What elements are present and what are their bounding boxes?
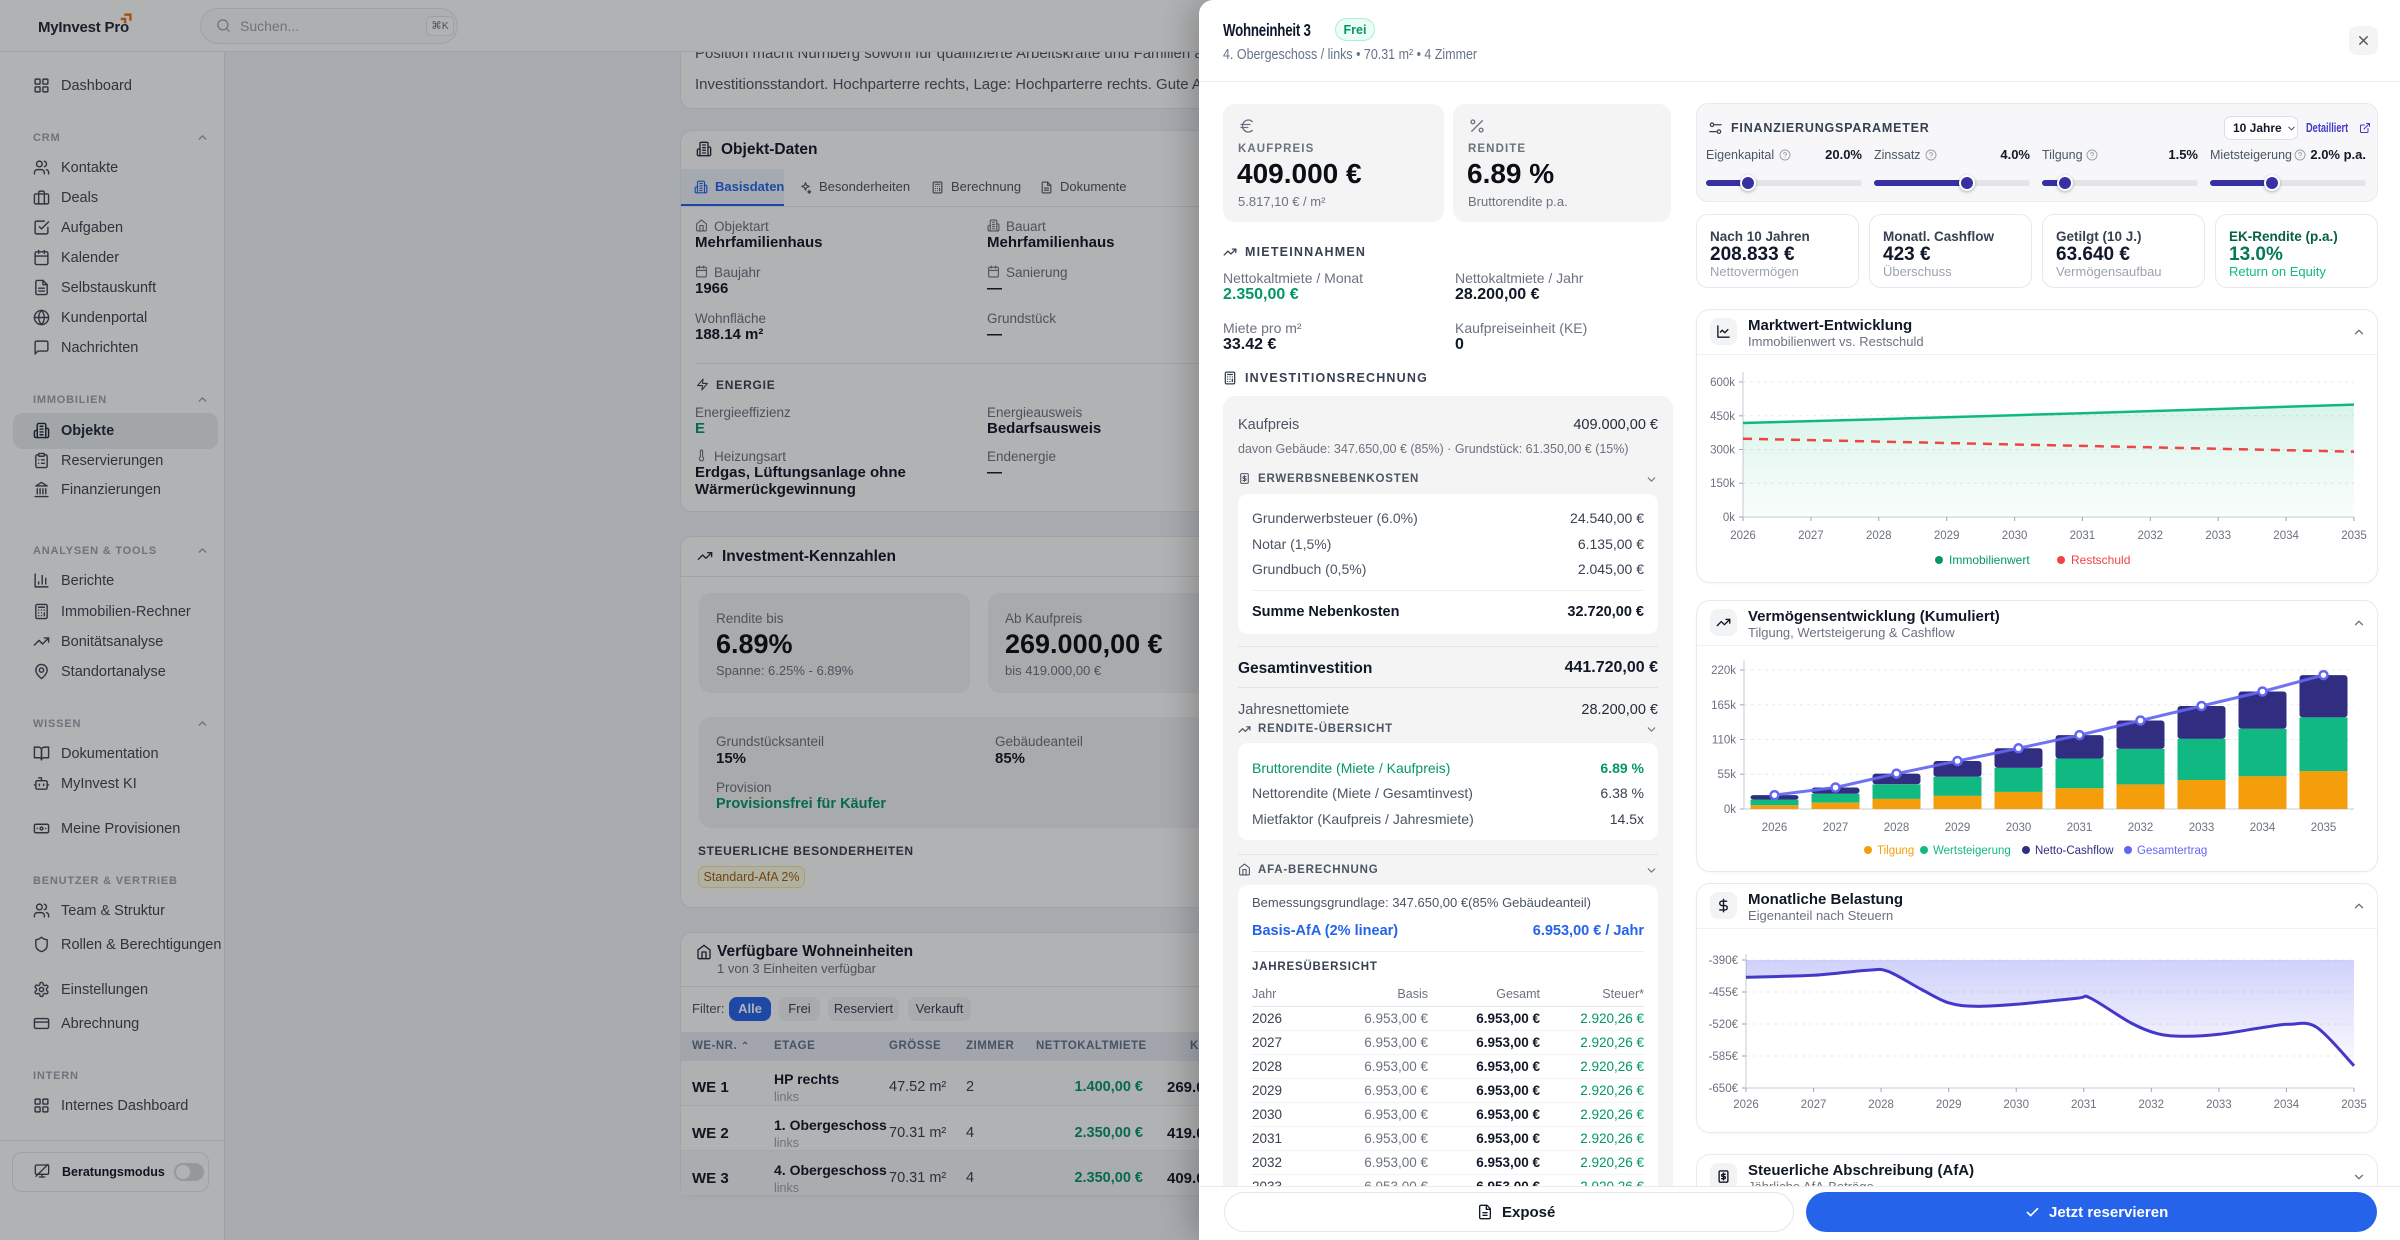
svg-text:165k: 165k (1711, 700, 1736, 712)
svg-text:2028: 2028 (1866, 530, 1892, 542)
svg-text:Wertsteigerung: Wertsteigerung (1933, 845, 2011, 857)
svg-text:0k: 0k (1723, 512, 1735, 524)
svg-text:-390€: -390€ (1709, 955, 1739, 967)
svg-text:220k: 220k (1711, 665, 1736, 677)
svg-text:2030: 2030 (2002, 530, 2028, 542)
svg-text:2026: 2026 (1762, 822, 1788, 834)
svg-text:2032: 2032 (2128, 822, 2154, 834)
svg-text:300k: 300k (1710, 445, 1735, 457)
svg-text:2029: 2029 (1934, 530, 1960, 542)
svg-text:2033: 2033 (2206, 1099, 2232, 1111)
svg-text:-585€: -585€ (1709, 1051, 1739, 1063)
svg-text:2029: 2029 (1945, 822, 1971, 834)
svg-text:2028: 2028 (1868, 1099, 1894, 1111)
svg-text:2029: 2029 (1936, 1099, 1962, 1111)
svg-text:2027: 2027 (1823, 822, 1849, 834)
svg-text:2034: 2034 (2274, 1099, 2300, 1111)
svg-text:2033: 2033 (2189, 822, 2215, 834)
svg-text:55k: 55k (1717, 769, 1736, 781)
svg-text:2027: 2027 (1801, 1099, 1827, 1111)
svg-text:2030: 2030 (2006, 822, 2032, 834)
svg-text:Restschuld: Restschuld (2071, 553, 2130, 567)
svg-text:2032: 2032 (2139, 1099, 2165, 1111)
svg-text:2027: 2027 (1798, 530, 1824, 542)
svg-text:2031: 2031 (2067, 822, 2093, 834)
svg-text:2030: 2030 (2003, 1099, 2029, 1111)
svg-text:150k: 150k (1710, 478, 1735, 490)
svg-text:-520€: -520€ (1709, 1019, 1739, 1031)
svg-text:-455€: -455€ (1709, 987, 1739, 999)
svg-text:2034: 2034 (2273, 530, 2299, 542)
svg-text:2026: 2026 (1730, 530, 1756, 542)
svg-text:450k: 450k (1710, 411, 1735, 423)
svg-text:2026: 2026 (1733, 1099, 1759, 1111)
svg-text:0k: 0k (1724, 804, 1736, 816)
svg-text:Netto-Cashflow: Netto-Cashflow (2035, 845, 2114, 857)
svg-text:Gesamtertrag: Gesamtertrag (2137, 845, 2207, 857)
svg-text:2032: 2032 (2138, 530, 2164, 542)
svg-text:2033: 2033 (2205, 530, 2231, 542)
svg-text:2031: 2031 (2070, 530, 2096, 542)
svg-text:2035: 2035 (2341, 530, 2367, 542)
svg-text:Immobilienwert: Immobilienwert (1949, 553, 2030, 567)
svg-text:2031: 2031 (2071, 1099, 2097, 1111)
svg-text:Tilgung: Tilgung (1877, 845, 1914, 857)
svg-text:2035: 2035 (2311, 822, 2337, 834)
svg-text:2035: 2035 (2341, 1099, 2367, 1111)
svg-text:2028: 2028 (1884, 822, 1910, 834)
svg-text:-650€: -650€ (1709, 1083, 1739, 1095)
svg-text:2034: 2034 (2250, 822, 2276, 834)
svg-text:110k: 110k (1712, 735, 1736, 747)
svg-text:600k: 600k (1710, 377, 1735, 389)
